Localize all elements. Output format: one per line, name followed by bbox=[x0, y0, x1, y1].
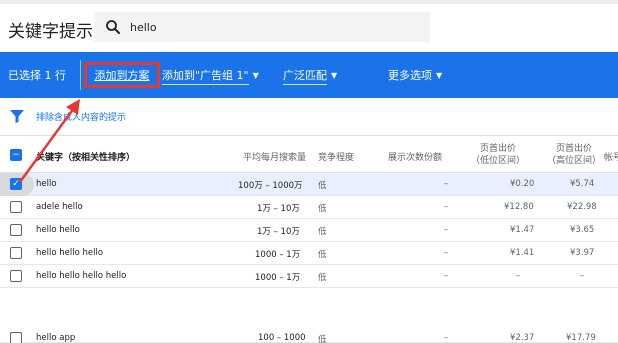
table-row[interactable]: ✓ hello 100万 – 1000万 低 – ¥0.20 ¥5.74 bbox=[0, 173, 618, 196]
monthly-cell: 1000 – 1万 bbox=[255, 273, 301, 283]
table-row[interactable]: hello hello hello 1000 – 1万 低 – ¥1.41 ¥3… bbox=[0, 242, 618, 265]
col-keyword[interactable]: 关键字（按相关性排序） bbox=[36, 150, 135, 163]
table-row[interactable]: adele hello 1万 – 10万 低 – ¥12.80 ¥22.98 bbox=[0, 196, 618, 219]
page-header: 关键字提示 bbox=[0, 4, 618, 52]
competition-cell: 低 bbox=[318, 273, 327, 283]
col-bid-low-line2: （低位区间） bbox=[470, 156, 525, 166]
bid-low-cell: ¥1.47 bbox=[510, 225, 535, 235]
keyword-cell: hello bbox=[36, 179, 57, 189]
row-checkbox[interactable] bbox=[10, 270, 22, 282]
bid-high-cell: ¥22.98 bbox=[567, 202, 597, 212]
competition-cell: 低 bbox=[318, 335, 327, 343]
share-cell: – bbox=[444, 333, 449, 343]
more-options-button[interactable]: 更多选项 ▼ bbox=[388, 67, 442, 83]
col-bid-low[interactable]: 页首出价 （低位区间） bbox=[466, 143, 530, 167]
competition-cell: 低 bbox=[318, 227, 327, 237]
row-checkbox[interactable] bbox=[10, 247, 22, 259]
exclude-adult-filter[interactable]: 排除含成人内容的提示 bbox=[36, 110, 126, 123]
selected-count: 已选择 1 行 bbox=[8, 69, 66, 82]
add-to-plan-label: 添加到方案 bbox=[94, 69, 150, 82]
share-cell: – bbox=[444, 179, 449, 189]
page-title: 关键字提示 bbox=[8, 22, 93, 42]
more-options-label: 更多选项 bbox=[388, 69, 432, 82]
bid-low-cell: ¥0.20 bbox=[510, 179, 535, 189]
search-box[interactable] bbox=[94, 12, 430, 42]
filter-row: 排除含成人内容的提示 bbox=[0, 98, 618, 136]
bid-low-cell: ¥1.41 bbox=[510, 248, 535, 258]
monthly-cell: 100万 – 1000万 bbox=[238, 181, 303, 191]
col-bid-high[interactable]: 页首出价 （高位区间） bbox=[542, 143, 606, 167]
add-to-plan-button[interactable]: 添加到方案 bbox=[84, 62, 160, 88]
add-to-adgroup-dropdown[interactable]: 添加到"广告组 1" ▼ bbox=[162, 67, 259, 85]
monthly-cell: 100 – 1000 bbox=[258, 333, 306, 343]
bid-high-cell: ¥3.97 bbox=[570, 248, 595, 258]
share-cell: – bbox=[444, 225, 449, 235]
share-cell: – bbox=[444, 202, 449, 212]
bid-low-cell: ¥2.37 bbox=[510, 333, 535, 343]
match-type-dropdown[interactable]: 广泛匹配 ▼ bbox=[283, 67, 338, 85]
filter-icon[interactable] bbox=[10, 110, 24, 123]
bid-low-cell: – bbox=[516, 271, 521, 281]
bid-high-cell: – bbox=[580, 271, 585, 281]
col-account[interactable]: 帐号 bbox=[604, 150, 618, 163]
add-to-adgroup-label: 添加到"广告组 1" bbox=[162, 69, 249, 85]
keyword-cell: hello hello hello hello bbox=[36, 271, 127, 281]
bid-high-cell: ¥17.79 bbox=[566, 333, 596, 343]
competition-cell: 低 bbox=[318, 204, 327, 214]
bid-high-cell: ¥3.65 bbox=[570, 225, 595, 235]
toolbar-divider bbox=[80, 60, 81, 90]
competition-cell: 低 bbox=[318, 250, 327, 260]
share-cell: – bbox=[444, 248, 449, 258]
col-bid-high-line1: 页首出价 bbox=[555, 144, 592, 154]
col-bid-low-line1: 页首出价 bbox=[479, 144, 516, 154]
monthly-cell: 1000 – 1万 bbox=[255, 250, 301, 260]
table-header: − 关键字（按相关性排序） 平均每月搜索量 竞争程度 展示次数份额 页首出价 （… bbox=[0, 137, 618, 173]
monthly-cell: 1万 – 10万 bbox=[257, 227, 300, 237]
caret-down-icon: ▼ bbox=[331, 71, 338, 80]
monthly-cell: 1万 – 10万 bbox=[257, 204, 300, 214]
minus-icon: − bbox=[12, 149, 20, 160]
competition-cell: 低 bbox=[318, 181, 327, 191]
caret-down-icon: ▼ bbox=[436, 71, 443, 80]
keyword-cell: adele hello bbox=[36, 202, 83, 212]
table-row[interactable]: hello hello hello hello 1000 – 1万 低 – – … bbox=[0, 265, 618, 288]
selection-toolbar: 已选择 1 行 添加到方案 添加到"广告组 1" ▼ 广泛匹配 ▼ 更多选项 ▼ bbox=[0, 52, 618, 98]
row-checkbox[interactable] bbox=[10, 201, 22, 213]
table-row[interactable]: hello hello 1万 – 10万 低 – ¥1.47 ¥3.65 bbox=[0, 219, 618, 242]
share-cell: – bbox=[444, 271, 449, 281]
table-row[interactable]: hello app 100 – 1000 低 – ¥2.37 ¥17.79 bbox=[0, 288, 618, 343]
check-icon: ✓ bbox=[12, 178, 20, 189]
keyword-cell: hello hello bbox=[36, 225, 80, 235]
row-checkbox[interactable]: ✓ bbox=[10, 178, 22, 190]
match-type-label: 广泛匹配 bbox=[283, 69, 327, 85]
bid-low-cell: ¥12.80 bbox=[504, 202, 534, 212]
col-impression-share[interactable]: 展示次数份额 bbox=[388, 150, 442, 163]
select-all-checkbox[interactable]: − bbox=[10, 149, 22, 161]
bid-high-cell: ¥5.74 bbox=[570, 179, 595, 189]
col-competition[interactable]: 竞争程度 bbox=[318, 150, 354, 163]
keyword-cell: hello hello hello bbox=[36, 248, 104, 258]
col-monthly-searches[interactable]: 平均每月搜索量 bbox=[243, 150, 306, 163]
caret-down-icon: ▼ bbox=[252, 71, 259, 80]
search-icon bbox=[106, 20, 120, 34]
row-checkbox[interactable] bbox=[10, 224, 22, 236]
keyword-cell: hello app bbox=[36, 333, 76, 343]
row-checkbox[interactable] bbox=[10, 332, 22, 343]
col-bid-high-line2: （高位区间） bbox=[546, 156, 601, 166]
search-input[interactable] bbox=[130, 17, 410, 37]
